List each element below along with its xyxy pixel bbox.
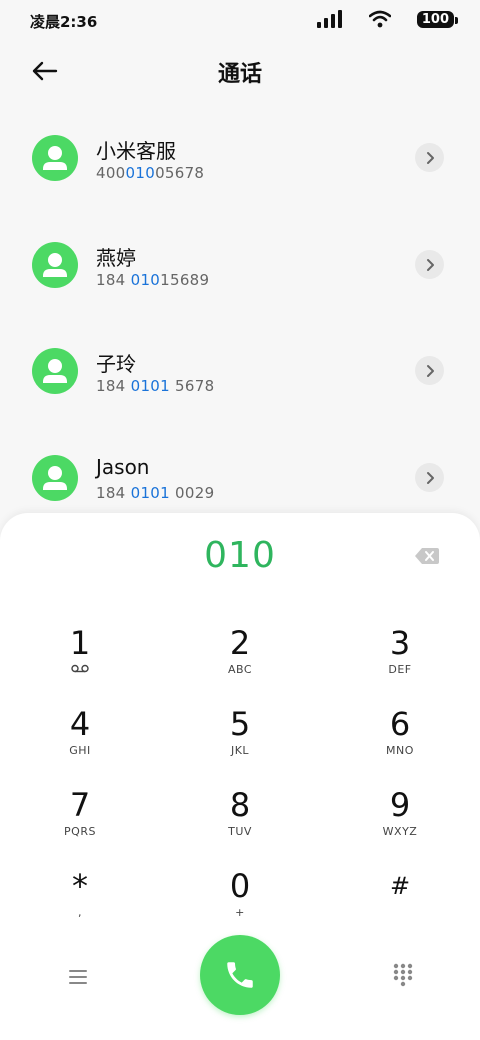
person-icon xyxy=(43,253,67,277)
key-hash[interactable]: # xyxy=(350,868,450,938)
list-item[interactable]: 小米客服 40001005678 xyxy=(0,100,480,200)
key-9[interactable]: 9 WXYZ xyxy=(350,787,450,857)
chevron-right-icon xyxy=(426,364,434,377)
key-2[interactable]: 2 ABC xyxy=(190,625,290,695)
chevron-right-icon xyxy=(426,151,434,164)
dialpad-panel: 010 1 2 ABC 3 DEF 4 GHI 5 JKL 6 MNO 7 PQ… xyxy=(0,513,480,1040)
menu-button[interactable] xyxy=(66,965,90,989)
keypad-toggle-button[interactable] xyxy=(392,963,414,987)
contact-number: 184 0101 5678 xyxy=(96,377,215,395)
page-title: 通话 xyxy=(217,62,262,87)
avatar xyxy=(32,348,78,394)
list-item[interactable]: 燕婷 184 01015689 xyxy=(0,207,480,307)
dialpad-icon xyxy=(393,963,413,987)
avatar xyxy=(32,135,78,181)
contact-detail-button[interactable] xyxy=(415,143,444,172)
key-5[interactable]: 5 JKL xyxy=(190,706,290,776)
dialer-bottom-bar xyxy=(0,935,480,1025)
avatar xyxy=(32,242,78,288)
list-item[interactable]: Jason 184 0101 0029 xyxy=(0,420,480,520)
avatar xyxy=(32,455,78,501)
key-0[interactable]: 0 + xyxy=(190,868,290,938)
menu-icon xyxy=(69,970,87,984)
contact-detail-button[interactable] xyxy=(415,356,444,385)
key-star[interactable]: * , xyxy=(30,868,130,938)
status-icons: 100 xyxy=(316,10,459,28)
voicemail-icon xyxy=(71,664,89,673)
contact-name: 小米客服 xyxy=(96,139,176,163)
person-icon xyxy=(43,466,67,490)
dialed-number: 010 xyxy=(204,535,276,576)
call-button[interactable] xyxy=(200,935,280,1015)
contact-detail-button[interactable] xyxy=(415,463,444,492)
key-8[interactable]: 8 TUV xyxy=(190,787,290,857)
backspace-icon xyxy=(415,548,439,564)
contact-number: 184 0101 0029 xyxy=(96,484,215,502)
key-4[interactable]: 4 GHI xyxy=(30,706,130,776)
status-bar: 凌晨2:36 100 xyxy=(0,0,480,42)
contact-name: 燕婷 xyxy=(96,246,136,270)
phone-icon xyxy=(227,962,253,988)
status-time: 凌晨2:36 xyxy=(30,13,98,31)
battery-indicator: 100 xyxy=(416,10,459,28)
list-item[interactable]: 子玲 184 0101 5678 xyxy=(0,313,480,413)
signal-icon xyxy=(316,10,342,28)
key-6[interactable]: 6 MNO xyxy=(350,706,450,776)
person-icon xyxy=(43,146,67,170)
key-7[interactable]: 7 PQRS xyxy=(30,787,130,857)
chevron-right-icon xyxy=(426,471,434,484)
contact-number: 40001005678 xyxy=(96,164,205,182)
chevron-right-icon xyxy=(426,258,434,271)
contact-number: 184 01015689 xyxy=(96,271,210,289)
key-1[interactable]: 1 xyxy=(30,625,130,695)
contact-name: 子玲 xyxy=(96,352,136,376)
person-icon xyxy=(43,359,67,383)
key-3[interactable]: 3 DEF xyxy=(350,625,450,695)
backspace-button[interactable] xyxy=(414,547,440,565)
header: 通话 xyxy=(0,50,480,90)
wifi-icon xyxy=(368,10,391,28)
contact-detail-button[interactable] xyxy=(415,250,444,279)
contact-name: Jason xyxy=(96,455,150,479)
